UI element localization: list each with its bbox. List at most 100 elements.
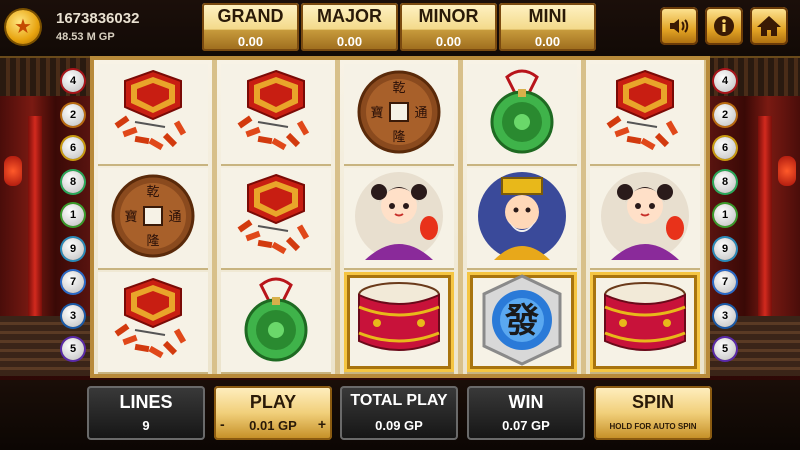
line-marker-4: 4 — [714, 70, 736, 92]
jade-icon — [231, 275, 321, 370]
svg-text:乾: 乾 — [392, 81, 405, 96]
svg-text:通: 通 — [414, 106, 427, 121]
line-marker-5: 5 — [62, 338, 84, 360]
coin-star-icon: ★ — [6, 10, 40, 44]
win-label: WIN — [508, 392, 544, 412]
speaker-icon — [670, 19, 689, 33]
line-marker-1: 1 — [714, 204, 736, 226]
svg-text:寶: 寶 — [370, 105, 383, 121]
jackpot-value: 0.00 — [237, 34, 264, 49]
girl-icon — [351, 168, 447, 269]
reel-4: 發 — [463, 60, 581, 374]
line-marker-9: 9 — [62, 237, 84, 260]
jackpot-value: 0.00 — [534, 34, 561, 49]
line-marker-3: 3 — [714, 304, 736, 327]
line-markers-left: 4 2 6 8 1 9 7 3 5 — [62, 70, 86, 370]
jackpot-label: MINOR — [418, 6, 479, 26]
home-button[interactable] — [750, 7, 788, 45]
jackpot-major: MAJOR 0.00 — [301, 3, 398, 51]
spin-button[interactable]: SPIN HOLD FOR AUTO SPIN — [594, 386, 712, 440]
spin-label: SPIN — [631, 392, 674, 412]
reel-symbol-girl — [590, 168, 700, 270]
drum-icon — [597, 277, 693, 368]
line-markers-right: 4 2 6 8 1 9 7 3 5 — [714, 70, 738, 370]
reel-symbol-jade — [467, 64, 577, 166]
info-button[interactable] — [705, 7, 743, 45]
line-marker-8: 8 — [714, 170, 736, 193]
coin-icon: 乾 通 隆 寶 — [354, 67, 444, 162]
coin-icon: 乾 通 隆 寶 — [108, 171, 198, 266]
svg-text:發: 發 — [504, 301, 539, 341]
line-marker-7: 7 — [714, 271, 736, 293]
account-balance: 48.53 M GP — [56, 31, 115, 43]
win-display: WIN 0.07 GP — [467, 386, 585, 440]
line-marker-5: 5 — [714, 338, 736, 360]
svg-text:寶: 寶 — [124, 209, 137, 225]
account-id: 1673836032 — [56, 10, 140, 27]
reel-symbol-firecrackers — [98, 64, 208, 166]
line-marker-6: 6 — [62, 137, 84, 159]
line-marker-1: 1 — [62, 204, 84, 226]
reel-symbol-girl — [344, 168, 454, 270]
drum-icon — [351, 277, 447, 368]
jackpot-label: MINI — [528, 6, 567, 26]
jackpot-label: MAJOR — [316, 6, 382, 26]
play-stepper[interactable]: PLAY - 0.01 GP + — [214, 386, 332, 440]
reel-symbol-firecrackers — [221, 168, 331, 270]
firecrackers-icon — [597, 67, 693, 162]
reel-symbol-drum — [344, 272, 454, 374]
reel-symbol-coin: 乾 通 隆 寶 — [98, 168, 208, 270]
fa-icon: 發 — [474, 272, 570, 373]
reel-symbol-fa: 發 — [467, 272, 577, 374]
svg-text:隆: 隆 — [392, 130, 405, 145]
reel-symbol-coin: 乾 通 隆 寶 — [344, 64, 454, 166]
firecrackers-icon — [228, 67, 324, 162]
reel-2 — [217, 60, 335, 374]
line-marker-9: 9 — [714, 237, 736, 260]
play-value: 0.01 GP — [249, 418, 297, 433]
total-play-label: TOTAL PLAY — [350, 392, 448, 409]
reel-symbol-jade — [221, 272, 331, 374]
line-marker-2: 2 — [714, 103, 736, 126]
reel-symbol-drum — [590, 272, 700, 374]
reel-symbol-firecrackers — [98, 272, 208, 374]
jackpot-mini: MINI 0.00 — [499, 3, 596, 51]
total-play-display: TOTAL PLAY 0.09 GP — [340, 386, 458, 440]
lantern-icon — [4, 156, 22, 186]
line-marker-6: 6 — [714, 137, 736, 159]
sound-button[interactable] — [660, 7, 698, 45]
jackpot-grand: GRAND 0.00 — [202, 3, 299, 51]
lantern-icon — [778, 156, 796, 186]
win-value: 0.07 GP — [502, 418, 550, 433]
home-icon — [757, 16, 781, 36]
line-marker-7: 7 — [62, 271, 84, 293]
lines-display: LINES 9 — [87, 386, 205, 440]
info-icon — [714, 16, 734, 36]
firecrackers-icon — [105, 67, 201, 162]
jackpot-label: GRAND — [217, 6, 284, 26]
reel-frame: 乾 通 隆 寶 乾 通 隆 寶 發 — [90, 56, 710, 378]
line-marker-4: 4 — [62, 70, 84, 92]
reel-3: 乾 通 隆 寶 — [340, 60, 458, 374]
svg-text:通: 通 — [168, 210, 181, 225]
firecrackers-icon — [228, 171, 324, 266]
play-label: PLAY — [249, 392, 297, 412]
god-icon — [474, 168, 570, 269]
svg-text:隆: 隆 — [146, 234, 159, 249]
line-marker-2: 2 — [62, 103, 84, 126]
line-marker-8: 8 — [62, 170, 84, 193]
reel-1: 乾 通 隆 寶 — [94, 60, 212, 374]
reel-symbol-firecrackers — [590, 64, 700, 166]
slot-game-screen: ★ 1673836032 48.53 M GP GRAND 0.00 MAJOR… — [0, 0, 800, 450]
reel-symbol-god — [467, 168, 577, 270]
spin-hint: HOLD FOR AUTO SPIN — [609, 422, 697, 431]
jackpot-value: 0.00 — [435, 34, 462, 49]
jackpot-minor: MINOR 0.00 — [400, 3, 497, 51]
lines-label: LINES — [119, 392, 173, 412]
girl-icon — [597, 168, 693, 269]
firecrackers-icon — [105, 275, 201, 370]
bet-plus-button[interactable]: + — [318, 416, 326, 432]
jackpot-value: 0.00 — [336, 34, 363, 49]
svg-text:乾: 乾 — [146, 185, 159, 200]
jade-icon — [477, 67, 567, 162]
